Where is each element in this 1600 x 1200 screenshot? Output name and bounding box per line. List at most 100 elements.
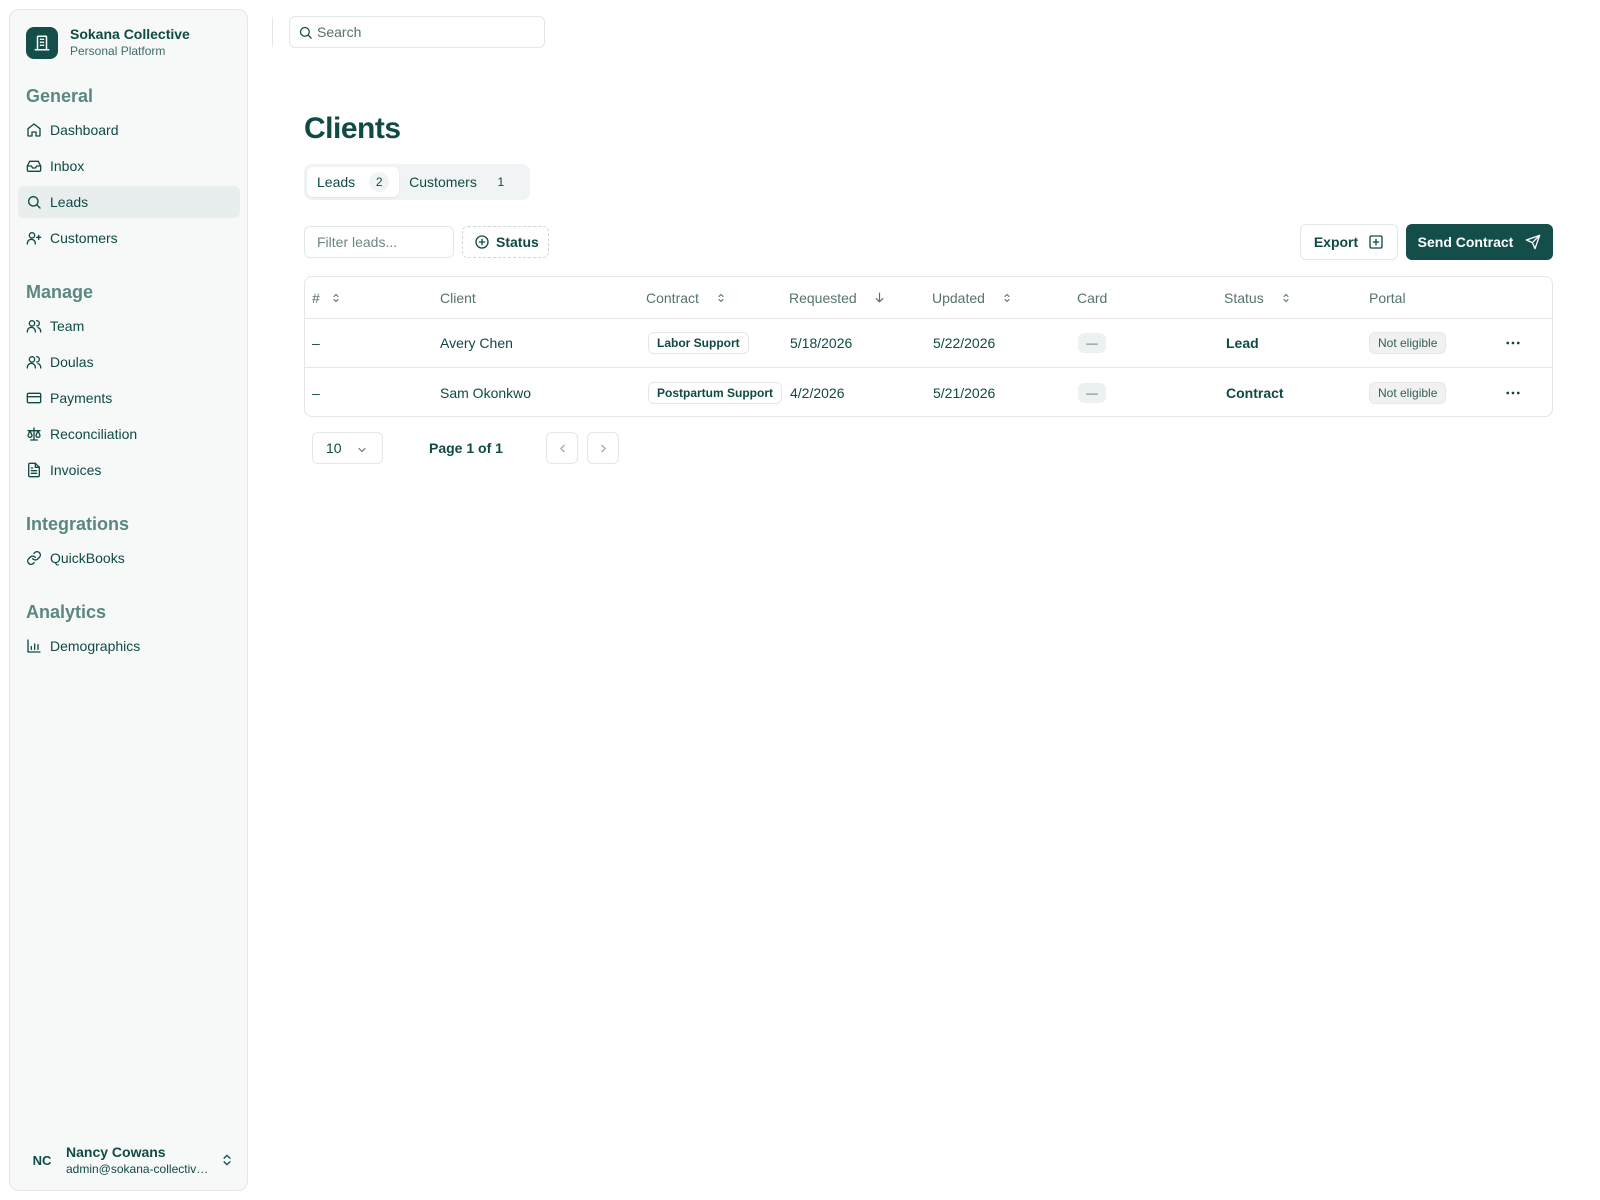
tab-leads[interactable]: Leads 2 [307,167,400,197]
sort-icon [1001,292,1013,304]
file-text-icon [28,462,40,478]
leads-table: # Client Contract Requested Updated Card… [304,276,1553,417]
sort-icon [1280,292,1292,304]
search-icon [28,196,41,209]
brand-subtitle: Personal Platform [70,44,166,58]
portal-cell: Not eligible [1369,319,1447,367]
table-header: # Client Contract Requested Updated Card… [305,277,1552,319]
portal-cell: Not eligible [1369,368,1447,416]
home-icon [27,123,41,137]
bar-chart-icon [27,639,41,653]
sidebar-item-label: QuickBooks [50,550,125,566]
column-header-portal: Portal [1369,289,1406,306]
card-badge: — [1078,333,1106,353]
status-filter-button[interactable]: Status [462,226,549,258]
chevrons-up-down-icon [223,1154,231,1166]
section-title-integrations: Integrations [26,514,130,534]
requested-date: 5/18/2026 [790,335,853,351]
building-icon [26,26,58,59]
filter-leads-input[interactable] [304,226,454,258]
users-icon [26,320,42,333]
row-number: – [312,384,320,401]
contract-badge: Labor Support [648,332,749,354]
section-title-manage: Manage [26,282,94,302]
sidebar-item-inbox[interactable]: Inbox [18,150,240,182]
section-title-general: General [26,86,94,106]
sidebar-item-reconciliation[interactable]: Reconciliation [18,418,240,450]
page-title: Clients [304,112,401,145]
send-contract-label: Send Contract [1417,234,1514,250]
send-contract-button[interactable]: Send Contract [1406,224,1553,260]
column-header-contract[interactable]: Contract [646,277,727,318]
chevron-left-icon [559,444,565,452]
users-icon [26,356,42,369]
sidebar-item-label: Team [50,318,85,334]
search-box[interactable] [289,16,545,48]
sort-icon [330,292,342,304]
sidebar-item-demographics[interactable]: Demographics [18,630,240,662]
row-actions-button[interactable] [1504,319,1522,367]
column-header-requested[interactable]: Requested [789,277,886,318]
sidebar-item-team[interactable]: Team [18,310,240,342]
tab-customers[interactable]: Customers 1 [399,167,521,197]
page-info: Page 1 of 1 [429,440,503,456]
table-row[interactable]: – Avery Chen Labor Support 5/18/2026 5/2… [305,319,1552,368]
sidebar-item-dashboard[interactable]: Dashboard [18,114,240,146]
sidebar-item-label: Inbox [50,158,85,174]
sidebar-item-customers[interactable]: Customers [18,222,240,254]
avatar: NC [32,1152,52,1168]
more-horizontal-icon [1506,341,1520,345]
tabs: Leads 2 Customers 1 [304,164,530,200]
column-header-client: Client [440,289,476,306]
status-filter-label: Status [496,234,539,250]
credit-card-icon [26,392,42,404]
next-page-button[interactable] [587,432,619,464]
user-name: Nancy Cowans [66,1143,166,1160]
sidebar-item-leads[interactable]: Leads [18,186,240,218]
client-name[interactable]: Avery Chen [440,319,513,367]
portal-badge: Not eligible [1369,332,1447,354]
sidebar-item-label: Demographics [50,638,141,654]
export-button[interactable]: Export [1300,224,1398,260]
sort-icon [715,292,727,304]
row-actions-button[interactable] [1504,368,1522,416]
scale-icon [27,427,41,441]
status-value: Lead [1226,335,1259,351]
table-row[interactable]: – Sam Okonkwo Postpartum Support 4/2/202… [305,368,1552,416]
sidebar-item-label: Dashboard [50,122,119,138]
sidebar-item-label: Customers [50,230,118,246]
column-header-card: Card [1077,289,1108,306]
arrow-down-icon [873,291,886,304]
column-header-status[interactable]: Status [1224,277,1292,318]
search-input[interactable] [317,24,537,40]
row-number: – [312,335,320,351]
chevron-down-icon [358,447,366,453]
brand[interactable]: Sokana Collective Personal Platform [26,26,190,59]
sidebar-item-payments[interactable]: Payments [18,382,240,414]
contract-badge: Postpartum Support [648,381,782,404]
sidebar-item-label: Reconciliation [50,426,138,442]
card-cell: — [1078,319,1106,367]
sidebar-item-invoices[interactable]: Invoices [18,454,240,486]
updated-date: 5/22/2026 [933,335,996,351]
user-menu[interactable]: NC Nancy Cowans admin@sokana-collective.… [26,1140,236,1180]
column-header-number[interactable]: # [312,277,342,318]
brand-name: Sokana Collective [70,26,190,42]
link-icon [27,551,41,565]
rows-per-page-select[interactable]: 10 [312,432,383,464]
previous-page-button[interactable] [546,432,578,464]
more-horizontal-icon [1506,391,1520,394]
export-label: Export [1313,234,1359,250]
card-badge: — [1078,382,1106,403]
tab-label: Leads [317,174,356,190]
updated-date: 5/21/2026 [933,384,996,401]
sidebar-item-label: Invoices [50,462,102,478]
card-cell: — [1078,368,1106,416]
requested-date: 4/2/2026 [790,384,845,401]
user-plus-icon [26,232,42,245]
sidebar-item-quickbooks[interactable]: QuickBooks [18,542,240,574]
sidebar-item-doulas[interactable]: Doulas [18,346,240,378]
square-plus-icon [1369,235,1383,249]
column-header-updated[interactable]: Updated [932,277,1013,318]
client-name[interactable]: Sam Okonkwo [440,368,531,416]
